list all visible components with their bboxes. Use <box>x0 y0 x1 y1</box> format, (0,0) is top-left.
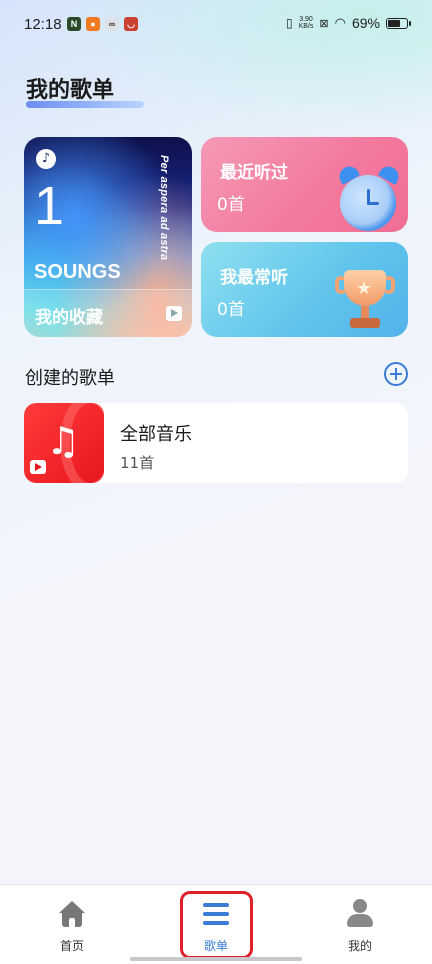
favorites-footer: 我的收藏 <box>24 289 192 337</box>
battery-percent: 69% <box>351 15 380 31</box>
nav-profile-label: 我的 <box>347 939 372 953</box>
play-icon[interactable] <box>166 306 182 321</box>
add-playlist-button[interactable] <box>384 362 408 386</box>
alarm-clock-icon <box>334 162 403 231</box>
playlist-cover: ♫ <box>24 403 104 483</box>
favorites-label: 我的收藏 <box>35 308 103 328</box>
person-icon <box>347 899 373 927</box>
nav-profile[interactable]: 我的 <box>300 885 420 964</box>
network-speed-value: 3.90 <box>299 16 313 23</box>
notification-app-icon: ◡ <box>124 17 138 31</box>
page-title: 我的歌单 <box>26 78 115 103</box>
most-played-count: 0首 <box>217 300 245 320</box>
nav-playlists[interactable]: 歌单 <box>156 885 276 964</box>
trophy-icon: ★ <box>334 268 396 337</box>
favorites-tagline: Per aspera ad astra <box>158 155 170 261</box>
music-note-icon: ♫ <box>46 419 81 463</box>
notification-app-icon: N <box>67 17 81 31</box>
playlist-name: 全部音乐 <box>120 424 192 445</box>
title-underline <box>26 101 144 108</box>
bottom-nav: 首页 歌单 我的 <box>0 884 432 964</box>
playlist-count: 11首 <box>120 454 155 472</box>
favorites-count: 1 <box>34 176 65 236</box>
most-played-title: 我最常听 <box>220 268 288 288</box>
most-played-card[interactable]: 我最常听 0首 ★ <box>201 242 408 337</box>
battery-icon <box>386 17 411 29</box>
status-bar: 12:18 N ● ∞ ◡ ▯ 3.90 KB/s ⊠ ◠ 69% <box>0 0 432 50</box>
status-icons: ▯ 3.90 KB/s ⊠ ◠ 69% <box>286 15 411 31</box>
wifi-icon: ◠ <box>334 15 346 30</box>
battery-fill <box>388 19 400 27</box>
nav-home[interactable]: 首页 <box>12 885 132 964</box>
favorites-card[interactable]: ♪ 1 Per aspera ad astra SOUNGS 我的收藏 <box>24 137 192 337</box>
home-icon <box>59 901 85 927</box>
recently-played-card[interactable]: 最近听过 0首 <box>201 137 408 232</box>
nav-playlists-label: 歌单 <box>203 939 228 953</box>
nav-home-label: 首页 <box>59 939 84 953</box>
notification-app-icon: ∞ <box>105 17 119 31</box>
network-speed-unit: KB/s <box>298 23 314 30</box>
play-icon <box>30 460 46 474</box>
notification-app-icon: ● <box>86 17 100 31</box>
home-indicator[interactable] <box>130 957 302 961</box>
vibrate-icon: ▯ <box>286 16 293 30</box>
recently-played-count: 0首 <box>217 195 245 215</box>
favorites-brand: SOUNGS <box>34 261 121 283</box>
status-time: 12:18 <box>24 16 62 33</box>
sim-icon: ⊠ <box>319 17 329 30</box>
list-icon <box>203 903 229 925</box>
created-playlists-title: 创建的歌单 <box>25 368 115 389</box>
network-speed: 3.90 KB/s <box>299 16 314 30</box>
playlist-item[interactable]: ♫ 全部音乐 11首 <box>24 403 408 483</box>
music-note-icon: ♪ <box>36 149 56 169</box>
recently-played-title: 最近听过 <box>220 163 288 183</box>
